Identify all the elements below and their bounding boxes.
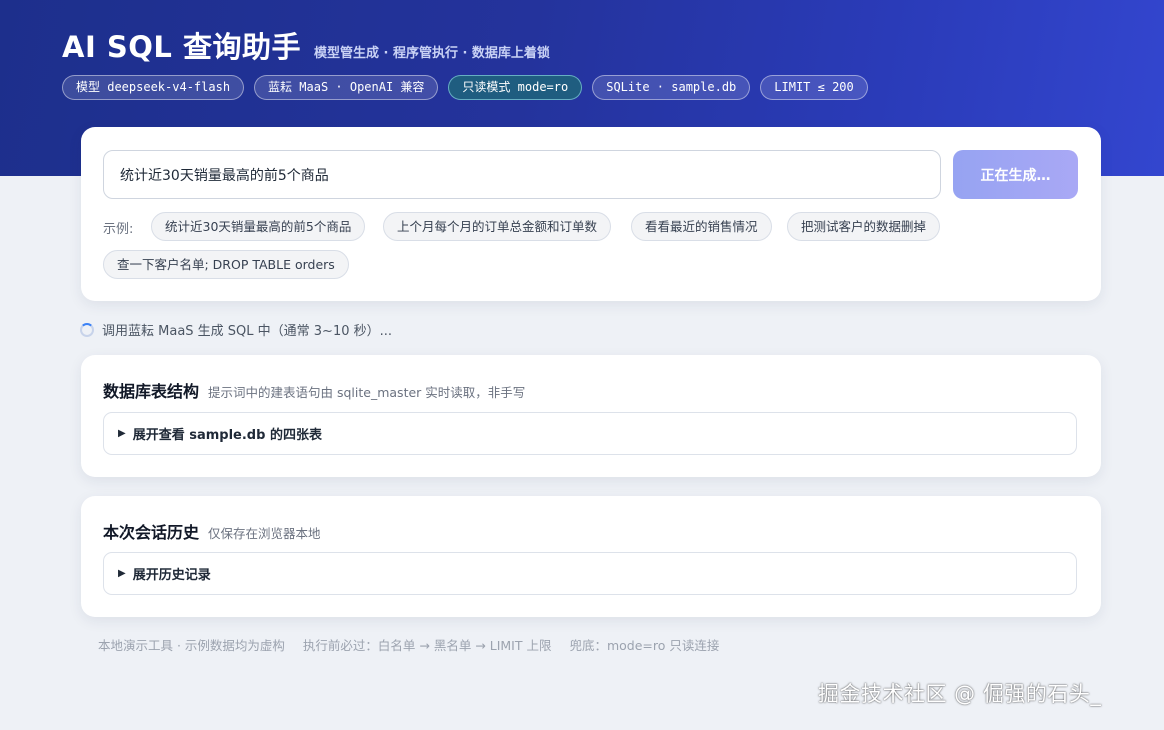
schema-expander-label: 展开查看 sample.db 的四张表 (132, 428, 322, 443)
query-input[interactable] (103, 150, 941, 199)
page-subtitle: 模型管生成 · 程序管执行 · 数据库上着锁 (313, 46, 550, 61)
limit-badge: LIMIT ≤ 200 (760, 75, 868, 100)
history-title: 本次会话历史 (103, 523, 200, 542)
footer: 本地演示工具 · 示例数据均为虚构 执行前必过：白名单 → 黑名单 → LIMI… (98, 635, 733, 654)
history-card: 本次会话历史 仅保存在浏览器本地 ▶ 展开历史记录 (81, 496, 1101, 617)
readonly-badge: 只读模式 mode=ro (448, 75, 583, 100)
schema-note: 提示词中的建表语句由 sqlite_master 实时读取，非手写 (208, 385, 526, 400)
history-note: 仅保存在浏览器本地 (208, 526, 321, 541)
example-chip[interactable]: 查一下客户名单; DROP TABLE orders (103, 250, 349, 279)
example-chip[interactable]: 看看最近的销售情况 (631, 212, 772, 241)
model-badge: 模型 deepseek-v4-flash (62, 75, 245, 100)
status-text: 调用蓝耘 MaaS 生成 SQL 中（通常 3~10 秒）... (102, 324, 393, 339)
title-row: AI SQL 查询助手 模型管生成 · 程序管执行 · 数据库上着锁 (62, 24, 550, 66)
history-header: 本次会话历史 仅保存在浏览器本地 (103, 519, 321, 543)
examples-label: 示例: (103, 222, 134, 237)
provider-badge: 蓝耘 MaaS · OpenAI 兼容 (254, 75, 439, 100)
footer-item: 兜底：mode=ro 只读连接 (569, 638, 720, 653)
example-chip[interactable]: 把测试客户的数据删掉 (787, 212, 941, 241)
status-row: 调用蓝耘 MaaS 生成 SQL 中（通常 3~10 秒）... (80, 320, 392, 339)
footer-item: 执行前必过：白名单 → 黑名单 → LIMIT 上限 (302, 638, 552, 653)
schema-expander[interactable]: ▶ 展开查看 sample.db 的四张表 (103, 412, 1077, 455)
example-chip[interactable]: 上个月每个月的订单总金额和订单数 (383, 212, 612, 241)
schema-header: 数据库表结构 提示词中的建表语句由 sqlite_master 实时读取，非手写 (103, 378, 525, 402)
page-title: AI SQL 查询助手 (62, 30, 301, 64)
history-expander[interactable]: ▶ 展开历史记录 (103, 552, 1077, 595)
footer-item: 本地演示工具 · 示例数据均为虚构 (98, 638, 285, 653)
badge-row: 模型 deepseek-v4-flash 蓝耘 MaaS · OpenAI 兼容… (62, 75, 868, 100)
database-badge: SQLite · sample.db (592, 75, 751, 100)
query-card: 正在生成… 示例: 统计近30天销量最高的前5个商品 上个月每个月的订单总金额和… (81, 127, 1101, 301)
example-chip[interactable]: 统计近30天销量最高的前5个商品 (151, 212, 366, 241)
triangle-right-icon: ▶ (118, 568, 126, 579)
schema-title: 数据库表结构 (103, 382, 200, 401)
loading-spinner-icon (80, 322, 94, 337)
triangle-right-icon: ▶ (118, 428, 126, 439)
generate-button[interactable]: 正在生成… (953, 150, 1078, 199)
schema-card: 数据库表结构 提示词中的建表语句由 sqlite_master 实时读取，非手写… (81, 355, 1101, 477)
watermark: 掘金技术社区 @ 倔强的石头_ (818, 682, 1102, 706)
history-expander-label: 展开历史记录 (132, 568, 211, 583)
